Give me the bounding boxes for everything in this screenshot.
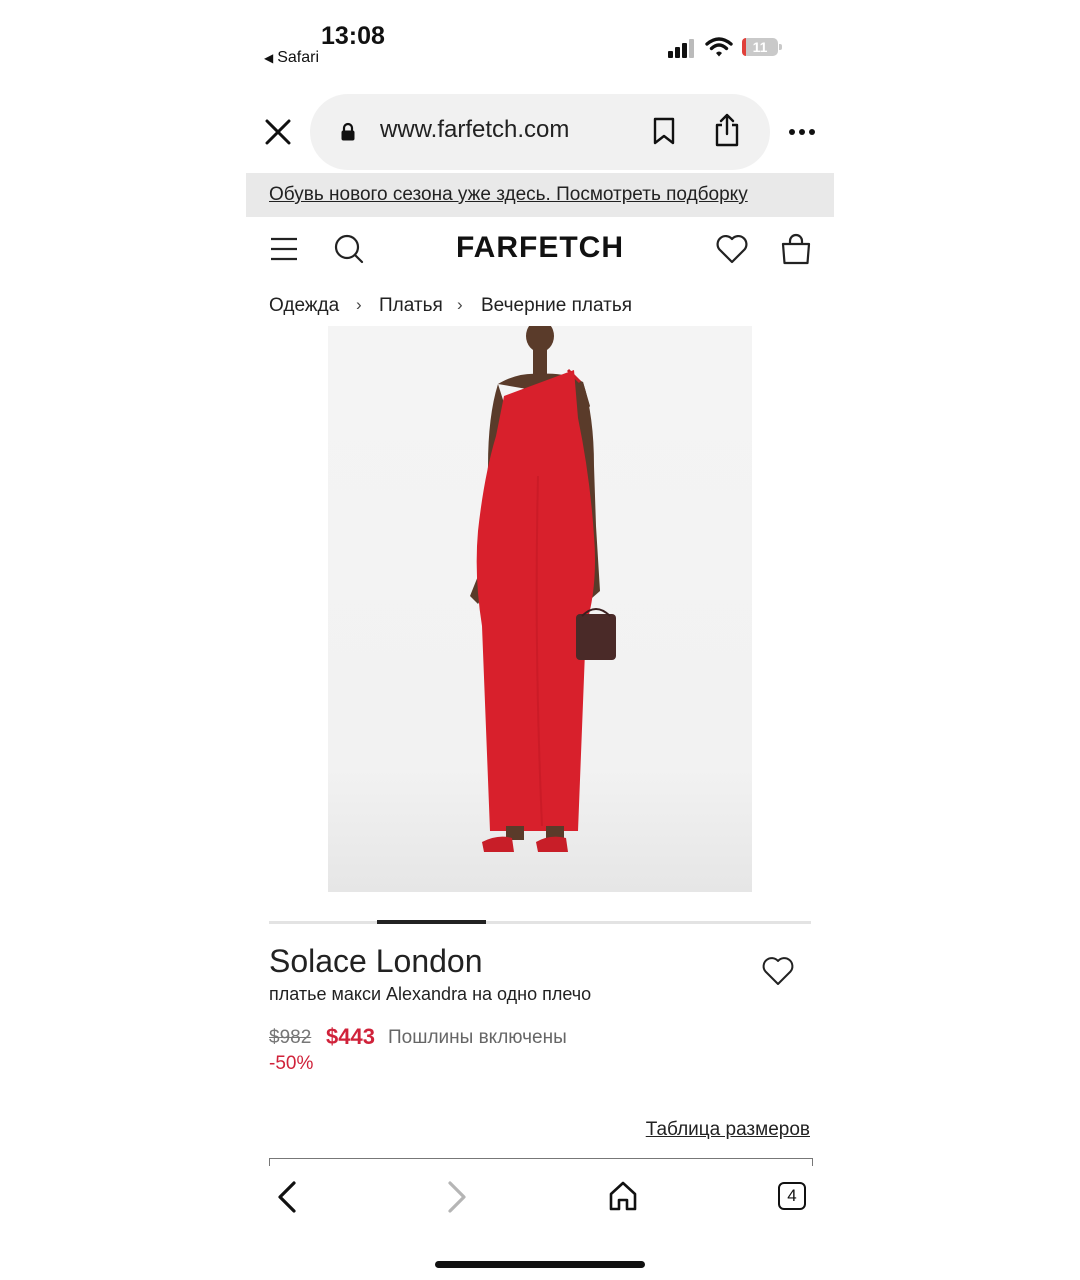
duties-note: Пошлины включены	[388, 1027, 567, 1048]
share-icon[interactable]	[713, 112, 741, 148]
forward-chevron-icon[interactable]	[442, 1180, 470, 1214]
breadcrumb-item-dresses[interactable]: Платья	[379, 295, 443, 317]
model-in-red-dress-illustration	[470, 326, 616, 852]
product-image[interactable]	[328, 326, 752, 892]
back-chevron-icon[interactable]	[274, 1180, 302, 1214]
sale-price: $443	[326, 1024, 375, 1049]
back-triangle-icon: ◀	[264, 51, 274, 65]
discount-badge: -50%	[269, 1053, 314, 1074]
wifi-icon	[705, 37, 733, 57]
breadcrumb-item-evening-dresses[interactable]: Вечерние платья	[481, 295, 632, 317]
breadcrumb-separator: ›	[457, 295, 463, 314]
product-description: платье макси Alexandra на одно плечо	[269, 984, 592, 1004]
gallery-progress-track[interactable]	[269, 921, 811, 924]
gallery-progress-active	[377, 920, 486, 924]
battery-icon: 11	[742, 38, 782, 56]
close-icon[interactable]	[262, 116, 294, 148]
promo-banner[interactable]: Обувь нового сезона уже здесь. Посмотрет…	[246, 173, 834, 217]
more-options-icon[interactable]	[788, 128, 816, 136]
address-bar[interactable]: www.farfetch.com	[310, 94, 770, 170]
add-to-wishlist-heart-icon[interactable]	[762, 956, 794, 986]
size-chart-link[interactable]: Таблица размеров	[646, 1119, 810, 1141]
status-time: 13:08	[321, 22, 385, 50]
cellular-signal-icon	[668, 38, 698, 58]
wishlist-heart-icon[interactable]	[716, 234, 748, 264]
shopping-bag-icon[interactable]	[780, 233, 812, 265]
promo-link[interactable]: Обувь нового сезона уже здесь. Посмотрет…	[269, 184, 748, 206]
breadcrumb-separator: ›	[356, 295, 362, 314]
bookmark-icon[interactable]	[652, 116, 676, 146]
product-brand[interactable]: Solace London	[269, 943, 483, 980]
home-indicator[interactable]	[435, 1261, 645, 1268]
battery-level: 11	[752, 39, 768, 55]
phone-screen: 13:08 ◀ Safari 11 www.farfetch.com Обувь…	[246, 0, 834, 1280]
lock-icon	[341, 122, 355, 141]
breadcrumb-item-clothing[interactable]: Одежда	[269, 295, 339, 317]
back-app-label: Safari	[277, 49, 320, 66]
url-text: www.farfetch.com	[380, 116, 570, 143]
old-price: $982	[269, 1027, 312, 1048]
back-to-app-link[interactable]: ◀ Safari	[264, 49, 319, 67]
home-icon[interactable]	[608, 1180, 638, 1212]
tabs-button[interactable]: 4	[778, 1182, 806, 1210]
